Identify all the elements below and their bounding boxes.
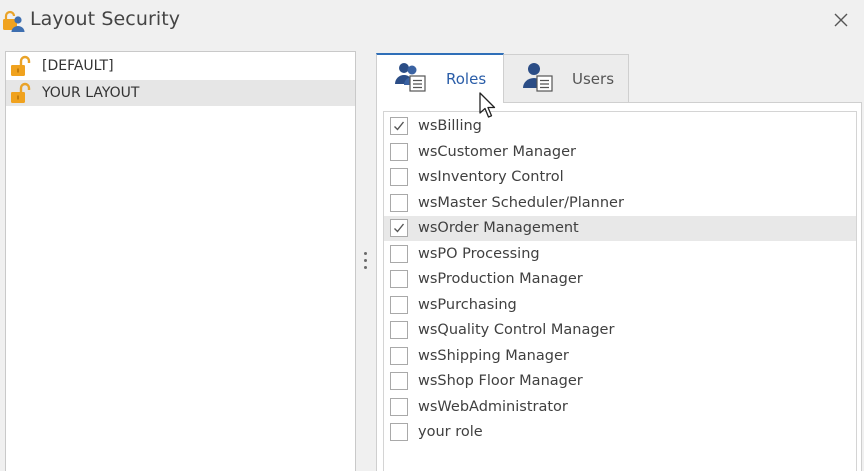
role-row[interactable]: wsWebAdministrator: [384, 395, 856, 420]
role-row[interactable]: wsMaster Scheduler/Planner: [384, 191, 856, 216]
unlocked-padlock-icon: [11, 82, 31, 103]
roles-users-panel: Roles Users wsBilling wsCustomer Manager w…: [376, 51, 864, 471]
role-label: wsShop Floor Manager: [418, 373, 583, 389]
role-label: wsShipping Manager: [418, 347, 569, 364]
role-row[interactable]: wsOrder Management: [384, 216, 856, 241]
role-checkbox[interactable]: [390, 142, 408, 161]
user-list-icon: [523, 63, 553, 92]
tab-roles-label: Roles: [446, 70, 487, 88]
role-checkbox[interactable]: [390, 117, 408, 135]
role-checkbox[interactable]: [390, 219, 408, 237]
role-row[interactable]: wsCustomer Manager: [384, 140, 856, 165]
role-checkbox[interactable]: [390, 168, 408, 186]
layout-list[interactable]: [DEFAULT] YOUR LAYOUT: [5, 51, 356, 471]
role-label: your role: [418, 424, 483, 440]
layout-list-item[interactable]: [DEFAULT]: [6, 53, 355, 79]
role-row[interactable]: wsInventory Control: [384, 165, 856, 190]
users-list-icon: [395, 63, 426, 92]
layout-item-label: [DEFAULT]: [42, 58, 114, 74]
role-row[interactable]: wsQuality Control Manager: [384, 318, 856, 343]
role-label: wsBilling: [418, 118, 482, 134]
role-checkbox[interactable]: [390, 270, 408, 288]
tab-users[interactable]: Users: [503, 54, 629, 102]
close-button[interactable]: [826, 6, 856, 34]
role-row[interactable]: your role: [384, 420, 856, 445]
layout-item-label: YOUR LAYOUT: [42, 85, 140, 101]
role-checkbox[interactable]: [390, 423, 408, 441]
role-label: wsOrder Management: [418, 220, 579, 236]
role-label: wsPO Processing: [418, 245, 540, 262]
role-row[interactable]: wsBilling: [384, 114, 856, 139]
role-checkbox[interactable]: [390, 295, 408, 314]
role-label: wsProduction Manager: [418, 271, 583, 287]
roles-checklist[interactable]: wsBilling wsCustomer Manager wsInventory C…: [383, 111, 857, 471]
role-row[interactable]: wsPO Processing: [384, 242, 856, 267]
role-label: wsPurchasing: [418, 296, 517, 313]
role-label: wsMaster Scheduler/Planner: [418, 194, 624, 211]
role-checkbox[interactable]: [390, 346, 408, 365]
tab-users-label: Users: [572, 70, 615, 88]
role-checkbox[interactable]: [390, 397, 408, 416]
title-bar: Layout Security: [0, 0, 864, 42]
role-checkbox[interactable]: [390, 321, 408, 339]
role-checkbox[interactable]: [390, 193, 408, 212]
role-row[interactable]: wsShop Floor Manager: [384, 369, 856, 394]
user-lock-icon: [3, 10, 25, 32]
checkmark-icon: [394, 223, 405, 233]
role-label: wsCustomer Manager: [418, 143, 577, 160]
role-label: wsWebAdministrator: [418, 398, 568, 415]
role-label: wsQuality Control Manager: [418, 322, 615, 338]
layout-list-item[interactable]: YOUR LAYOUT: [6, 80, 355, 106]
role-row[interactable]: wsProduction Manager: [384, 267, 856, 292]
role-row[interactable]: wsPurchasing: [384, 293, 856, 318]
role-checkbox[interactable]: [390, 244, 408, 263]
role-row[interactable]: wsShipping Manager: [384, 344, 856, 369]
role-label: wsInventory Control: [418, 169, 564, 185]
window-title: Layout Security: [30, 8, 181, 30]
close-icon: [834, 13, 848, 27]
role-checkbox[interactable]: [390, 372, 408, 390]
unlocked-padlock-icon: [11, 55, 31, 76]
checkmark-icon: [394, 121, 405, 131]
tab-roles[interactable]: Roles: [376, 53, 504, 103]
roles-tab-content: wsBilling wsCustomer Manager wsInventory C…: [376, 102, 862, 471]
panel-splitter[interactable]: [360, 250, 370, 278]
